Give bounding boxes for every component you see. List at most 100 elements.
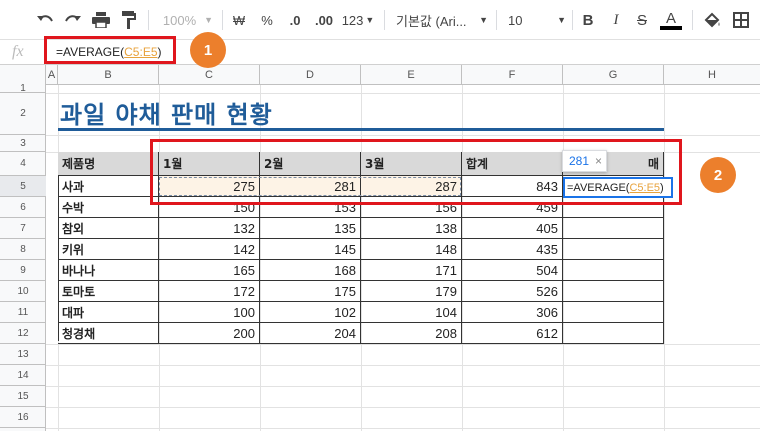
chevron-down-icon: ▼ <box>204 15 214 25</box>
table-cell[interactable]: 435 <box>462 239 563 260</box>
toolbar: 100% ▼ ₩ % .0 .00 123 ▼ 기본값 (Ari... ▼ 10… <box>0 0 760 40</box>
zoom-select[interactable]: 100% ▼ <box>160 9 216 31</box>
row-header[interactable]: 6 <box>0 197 46 218</box>
table-cell[interactable]: 172 <box>159 281 260 302</box>
borders-icon[interactable] <box>732 9 750 31</box>
table-cell[interactable] <box>563 302 664 323</box>
product-name-cell[interactable]: 수박 <box>58 197 159 218</box>
table-cell[interactable]: 175 <box>260 281 361 302</box>
table-cell[interactable]: 204 <box>260 323 361 344</box>
strikethrough-label: S <box>636 11 647 29</box>
chevron-down-icon: ▼ <box>557 15 566 25</box>
more-formats-button[interactable]: 123 ▼ <box>340 9 376 31</box>
text-color-label: A <box>665 9 676 27</box>
font-size-value: 10 <box>508 12 523 28</box>
table-header-cell[interactable]: 제품명 <box>58 152 159 176</box>
product-name-cell[interactable]: 토마토 <box>58 281 159 302</box>
table-cell[interactable]: 405 <box>462 218 563 239</box>
row-header[interactable]: 15 <box>0 386 46 407</box>
column-header-e[interactable]: E <box>361 65 462 85</box>
table-cell[interactable]: 148 <box>361 239 462 260</box>
bold-button[interactable]: B <box>580 9 596 31</box>
column-header-h[interactable]: H <box>664 65 760 85</box>
currency-format-button[interactable]: ₩ <box>230 9 248 31</box>
italic-label: I <box>613 11 619 28</box>
text-color-button[interactable]: A <box>660 9 682 31</box>
column-header-c[interactable]: C <box>159 65 260 85</box>
column-header-d[interactable]: D <box>260 65 361 85</box>
sheet-grid[interactable]: 과일 야채 판매 현황 제품명 1월 2월 3월 합계 매 사과 275 281 287 843 수박… <box>46 85 760 431</box>
undo-icon[interactable] <box>34 9 56 31</box>
row-header[interactable]: 11 <box>0 302 46 323</box>
row-header[interactable]: 16 <box>0 407 46 428</box>
paint-format-icon[interactable] <box>118 9 140 31</box>
row-header[interactable]: 12 <box>0 323 46 344</box>
toolbar-divider <box>222 10 223 30</box>
table-cell[interactable]: 171 <box>361 260 462 281</box>
table-cell[interactable]: 179 <box>361 281 462 302</box>
table-cell[interactable] <box>563 218 664 239</box>
more-formats-label: 123 <box>341 12 364 28</box>
row-header[interactable]: 10 <box>0 281 46 302</box>
column-header-f[interactable]: F <box>462 65 563 85</box>
table-cell[interactable]: 132 <box>159 218 260 239</box>
row-header[interactable]: 2 <box>0 93 46 135</box>
table-cell[interactable]: 145 <box>260 239 361 260</box>
italic-button[interactable]: I <box>608 9 624 31</box>
table-cell[interactable] <box>563 281 664 302</box>
table-cell[interactable]: 138 <box>361 218 462 239</box>
toolbar-divider <box>572 10 573 30</box>
table-cell[interactable]: 208 <box>361 323 462 344</box>
row-header[interactable]: 4 <box>0 152 46 176</box>
table-cell[interactable]: 104 <box>361 302 462 323</box>
table-cell[interactable]: 102 <box>260 302 361 323</box>
font-size-select[interactable]: 10 ▼ <box>508 9 566 31</box>
fill-color-icon[interactable] <box>702 9 722 31</box>
row-header[interactable]: 7 <box>0 218 46 239</box>
redo-icon[interactable] <box>62 9 84 31</box>
table-cell[interactable]: 100 <box>159 302 260 323</box>
table-cell[interactable] <box>563 239 664 260</box>
column-header-g[interactable]: G <box>563 65 664 85</box>
table-cell[interactable]: 135 <box>260 218 361 239</box>
row-header[interactable]: 13 <box>0 344 46 365</box>
title-underline <box>58 128 664 131</box>
decrease-decimal-button[interactable]: .0 <box>284 9 306 31</box>
table-cell[interactable] <box>563 323 664 344</box>
table-cell[interactable]: 165 <box>159 260 260 281</box>
product-name-cell[interactable]: 사과 <box>58 176 159 197</box>
toolbar-divider <box>148 10 149 30</box>
product-name-cell[interactable]: 청경채 <box>58 323 159 344</box>
increase-decimal-button[interactable]: .00 <box>312 9 336 31</box>
product-name-cell[interactable]: 바나나 <box>58 260 159 281</box>
row-header[interactable]: 8 <box>0 239 46 260</box>
toolbar-divider <box>496 10 497 30</box>
row-header[interactable]: 1 <box>0 83 46 94</box>
table-cell[interactable] <box>563 260 664 281</box>
print-icon[interactable] <box>90 9 112 31</box>
row-header[interactable]: 9 <box>0 260 46 281</box>
font-family-select[interactable]: 기본값 (Ari... ▼ <box>396 9 488 31</box>
table-cell[interactable]: 526 <box>462 281 563 302</box>
product-name-cell[interactable]: 대파 <box>58 302 159 323</box>
table-cell[interactable]: 168 <box>260 260 361 281</box>
table-cell[interactable]: 504 <box>462 260 563 281</box>
column-header-a[interactable]: A <box>46 65 58 85</box>
row-header[interactable]: 3 <box>0 135 46 152</box>
product-name-cell[interactable]: 키위 <box>58 239 159 260</box>
column-headers: A B C D E F G H <box>0 65 760 85</box>
table-cell[interactable]: 612 <box>462 323 563 344</box>
table-cell[interactable]: 200 <box>159 323 260 344</box>
gridline <box>46 407 760 408</box>
row-header[interactable]: 5 <box>0 176 46 197</box>
row-header[interactable]: 14 <box>0 365 46 386</box>
fx-icon: fx <box>12 43 24 60</box>
strikethrough-button[interactable]: S <box>634 9 650 31</box>
increase-decimal-label: .00 <box>314 12 334 28</box>
select-all-corner[interactable] <box>0 65 46 85</box>
column-header-b[interactable]: B <box>58 65 159 85</box>
percent-format-button[interactable]: % <box>258 9 276 31</box>
product-name-cell[interactable]: 참외 <box>58 218 159 239</box>
table-cell[interactable]: 142 <box>159 239 260 260</box>
table-cell[interactable]: 306 <box>462 302 563 323</box>
